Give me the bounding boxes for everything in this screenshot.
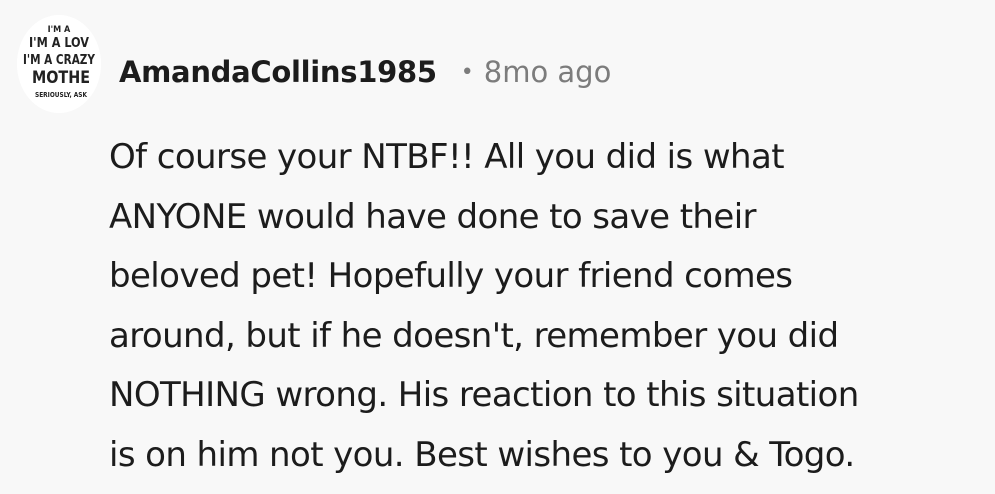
avatar-line-1: I'M A: [48, 25, 71, 35]
comment-body-line: ANYONE would have done to save their: [109, 196, 757, 237]
timestamp-link[interactable]: 8mo ago: [484, 55, 612, 89]
comment-body-line: around, but if he doesn't, remember you …: [109, 315, 839, 356]
comment-header: AmandaCollins1985 • 8mo ago: [119, 52, 611, 92]
comment-body-line: NOTHING wrong. His reaction to this situ…: [109, 375, 859, 415]
username-link[interactable]: AmandaCollins1985: [119, 55, 437, 89]
avatar-line-5: SERIOUSLY, ASK: [35, 91, 88, 99]
avatar-line-2: I'M A LOV: [29, 36, 89, 51]
comment-body-line: Of course your NTBF!! All you did is wha…: [109, 137, 785, 177]
comment-body: Of course your NTBF!! All you did is wha…: [109, 128, 979, 485]
comment-body-line: is on him not you. Best wishes to you & …: [109, 434, 855, 475]
comment-body-line: beloved pet! Hopefully your friend comes: [109, 256, 793, 296]
avatar-line-4: MOTHE: [32, 68, 90, 88]
separator-dot: •: [460, 59, 474, 85]
avatar-text-logo-icon: I'M A I'M A LOV I'M A CRAZY MOTHE SERIOU…: [17, 15, 101, 113]
user-avatar[interactable]: I'M A I'M A LOV I'M A CRAZY MOTHE SERIOU…: [17, 15, 101, 113]
comment-card: I'M A I'M A LOV I'M A CRAZY MOTHE SERIOU…: [0, 0, 995, 494]
avatar-line-3: I'M A CRAZY: [23, 53, 95, 68]
